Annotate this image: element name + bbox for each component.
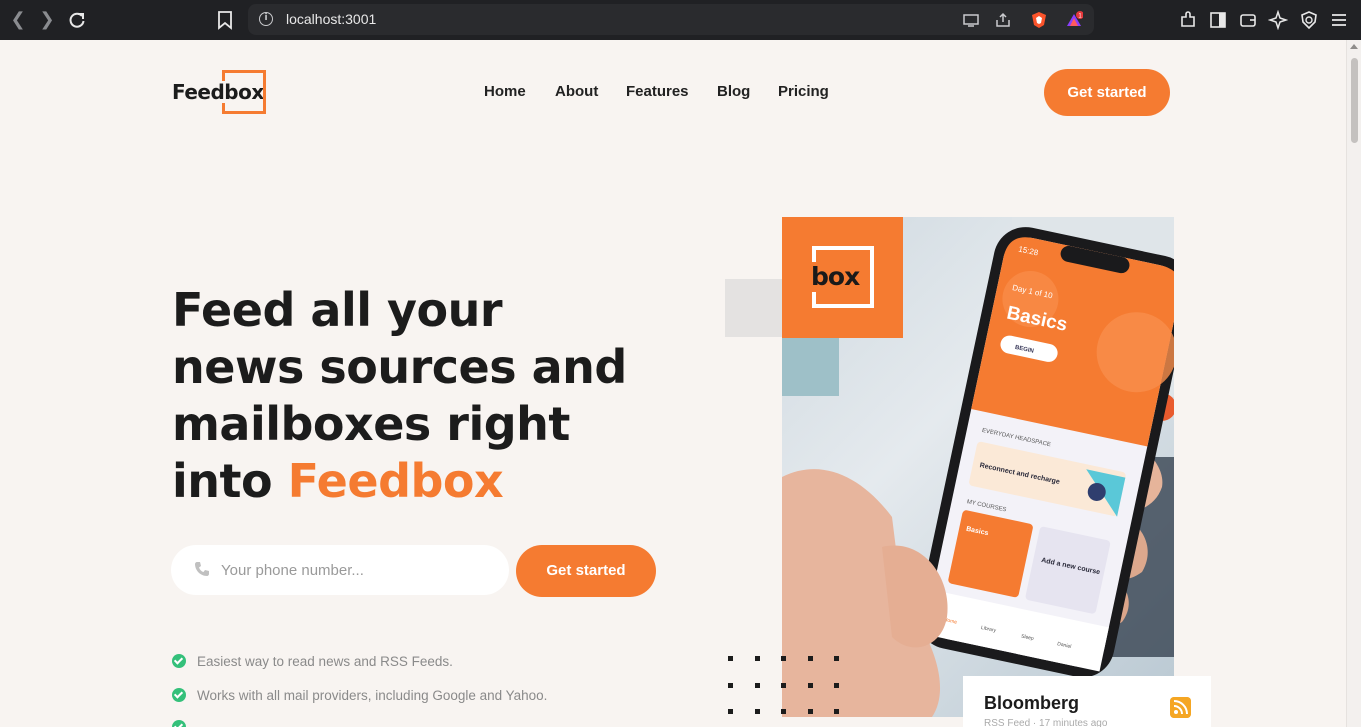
sidebar-icon[interactable] [1208, 10, 1228, 30]
scrollbar[interactable] [1346, 40, 1361, 727]
scroll-up-arrow-icon[interactable] [1350, 44, 1358, 49]
decor-blue-square [782, 338, 839, 396]
feature-text: Works with all mail providers, including… [197, 688, 548, 703]
hero-title-line: into Feedbox [172, 453, 632, 510]
share-icon[interactable] [994, 11, 1012, 29]
check-icon [172, 654, 186, 668]
feed-card[interactable]: Bloomberg RSS Feed · 17 minutes ago [963, 676, 1211, 727]
logo-box-icon [222, 70, 266, 114]
address-bar[interactable]: i localhost:3001 1 [248, 4, 1094, 35]
brave-rewards-icon[interactable]: 1 [1065, 11, 1083, 29]
url-text[interactable]: localhost:3001 [286, 11, 376, 27]
box-logo-tile: box [782, 217, 903, 338]
feed-card-subtitle: RSS Feed · 17 minutes ago [984, 718, 1108, 727]
header-get-started-button[interactable]: Get started [1044, 69, 1170, 116]
phone-number-input[interactable] [221, 545, 491, 595]
feed-card-title: Bloomberg [984, 693, 1080, 713]
wallet-icon[interactable] [1238, 10, 1258, 30]
hero-title-prefix: into [172, 454, 288, 508]
feature-item [172, 720, 197, 727]
phone-icon [195, 562, 209, 576]
site-info-icon[interactable]: i [259, 12, 273, 26]
nav-pricing[interactable]: Pricing [778, 83, 829, 100]
forward-icon[interactable]: ❯ [36, 9, 58, 31]
vpn-icon[interactable] [1299, 10, 1319, 30]
check-icon [172, 688, 186, 702]
feature-item: Easiest way to read news and RSS Feeds. [172, 654, 453, 669]
back-icon[interactable]: ❮ [7, 9, 29, 31]
hero-title-line: news sources and [172, 340, 627, 394]
hero-title: Feed all your news sources and mailboxes… [172, 282, 632, 510]
feature-text: Easiest way to read news and RSS Feeds. [197, 654, 453, 669]
scrollbar-thumb[interactable] [1351, 58, 1358, 143]
bookmark-icon[interactable] [216, 9, 234, 31]
nav-home[interactable]: Home [484, 83, 526, 100]
hero-title-accent: Feedbox [287, 454, 504, 508]
rss-icon [1170, 697, 1191, 718]
browser-toolbar: ❮ ❯ i localhost:3001 1 [0, 0, 1361, 40]
extensions-icon[interactable] [1178, 10, 1198, 30]
decor-gray-square [725, 279, 783, 337]
box-logo-text: box [811, 262, 860, 291]
nav-features[interactable]: Features [626, 83, 689, 100]
brave-shields-icon[interactable] [1030, 11, 1048, 29]
check-icon [172, 720, 186, 727]
feature-item: Works with all mail providers, including… [172, 688, 547, 703]
nav-about[interactable]: About [555, 83, 598, 100]
phone-input-wrapper[interactable] [171, 545, 509, 595]
reload-icon[interactable] [66, 9, 88, 31]
leo-ai-icon[interactable] [1268, 10, 1288, 30]
nav-blog[interactable]: Blog [717, 83, 750, 100]
hero-title-line: mailboxes right [172, 397, 570, 451]
menu-icon[interactable] [1329, 10, 1349, 30]
cast-icon[interactable] [962, 11, 980, 29]
hero-title-line: Feed all your [172, 283, 503, 337]
hero-get-started-button[interactable]: Get started [516, 545, 656, 597]
